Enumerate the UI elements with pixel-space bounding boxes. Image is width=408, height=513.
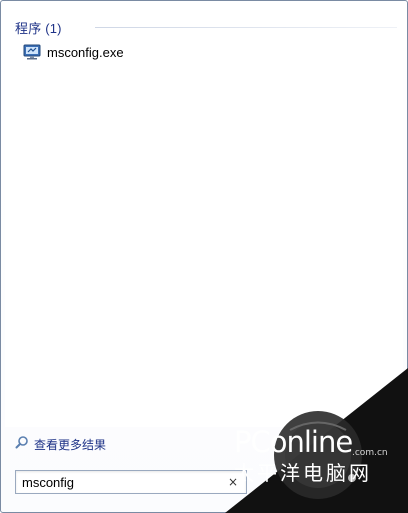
clear-search-button[interactable]: × xyxy=(226,474,240,490)
search-box: × xyxy=(15,470,247,494)
system-config-icon xyxy=(23,44,41,60)
result-item-msconfig[interactable]: msconfig.exe xyxy=(23,41,223,63)
result-item-label: msconfig.exe xyxy=(47,44,124,60)
results-group-header: 程序 (1) xyxy=(15,21,62,36)
group-divider xyxy=(95,27,397,28)
see-more-results-link[interactable]: 查看更多结果 xyxy=(15,435,106,454)
start-menu-search-panel: 程序 (1) msconfig.exe 查看更多结果 msconfig × xyxy=(0,0,408,513)
search-results-area: 程序 (1) msconfig.exe xyxy=(5,5,403,427)
search-icon xyxy=(15,435,29,454)
see-more-label: 查看更多结果 xyxy=(34,438,107,452)
search-input[interactable] xyxy=(16,471,222,493)
